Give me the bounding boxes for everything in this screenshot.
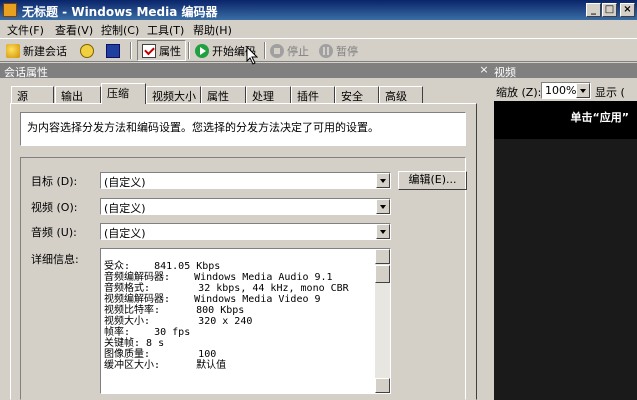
menu-view[interactable]: 查看(V) xyxy=(55,22,93,38)
new-session-button[interactable]: 新建会话 xyxy=(6,41,67,60)
chevron-down-icon[interactable] xyxy=(576,83,590,98)
title-bar: 无标题 - Windows Media 编码器 _ □ × xyxy=(0,0,637,20)
details-line: 音频格式: 32 kbps, 44 kHz, mono CBR xyxy=(104,283,349,294)
audio-select[interactable]: (自定义) xyxy=(100,223,391,240)
zoom-select[interactable]: 100% xyxy=(541,82,591,99)
chevron-down-icon[interactable] xyxy=(376,199,390,214)
new-session-icon xyxy=(6,43,20,58)
stop-icon xyxy=(270,43,284,58)
target-value: (自定义) xyxy=(104,176,146,189)
zoom-label: 缩放 (Z): xyxy=(496,86,542,99)
chevron-down-icon[interactable] xyxy=(376,173,390,188)
video-panel-close-icon[interactable]: × xyxy=(478,64,490,76)
maximize-button[interactable]: □ xyxy=(602,3,617,17)
pause-icon xyxy=(319,43,333,58)
video-canvas xyxy=(494,139,637,400)
mouse-cursor-icon xyxy=(246,46,258,65)
audio-label: 音频 (U): xyxy=(31,226,77,239)
minimize-button[interactable]: _ xyxy=(586,3,601,17)
tab-processing[interactable]: 处理 xyxy=(246,86,291,103)
window-title: 无标题 - Windows Media 编码器 xyxy=(22,5,218,19)
description-text: 为内容选择分发方法和编码设置。您选择的分发方法决定了可用的设置。 xyxy=(27,121,379,134)
audio-value: (自定义) xyxy=(104,227,146,240)
chevron-down-icon[interactable] xyxy=(376,224,390,239)
description-box: 为内容选择分发方法和编码设置。您选择的分发方法决定了可用的设置。 xyxy=(20,112,466,146)
stop-label: 停止 xyxy=(287,44,309,58)
scroll-down-icon[interactable] xyxy=(375,378,390,393)
apply-hint-text: 单击“应用” xyxy=(570,111,629,124)
video-preview[interactable]: 单击“应用” xyxy=(494,101,637,400)
video-label: 视频 (O): xyxy=(31,201,78,214)
edit-button[interactable]: 编辑(E)... xyxy=(398,171,467,190)
video-panel-header: 视频 xyxy=(490,63,637,79)
menu-help[interactable]: 帮助(H) xyxy=(193,22,232,38)
new-session-label: 新建会话 xyxy=(23,44,67,58)
tab-video-size[interactable]: 视频大小 xyxy=(146,86,201,103)
tab-attributes[interactable]: 属性 xyxy=(201,86,246,103)
open-session-button[interactable] xyxy=(80,41,94,60)
play-icon xyxy=(195,43,209,58)
video-value: (自定义) xyxy=(104,202,146,215)
tab-plugins[interactable]: 插件 xyxy=(291,86,335,103)
target-label: 目标 (D): xyxy=(31,175,78,188)
details-line: 视频编解码器: Windows Media Video 9 xyxy=(104,294,321,305)
video-panel: 视频 缩放 (Z): 100% 显示 ( 单击“应用” xyxy=(490,63,637,400)
details-line: 受众: 841.05 Kbps xyxy=(104,261,221,272)
pause-button[interactable]: 暂停 xyxy=(319,41,358,60)
menu-tools[interactable]: 工具(T) xyxy=(147,22,184,38)
session-panel-title: 会话属性 xyxy=(4,66,48,79)
properties-icon xyxy=(142,43,156,58)
details-line: 关键帧: 8 s xyxy=(104,338,165,349)
video-select[interactable]: (自定义) xyxy=(100,198,391,215)
zoom-value: 100% xyxy=(545,84,577,97)
pause-label: 暂停 xyxy=(336,44,358,58)
details-line: 缓冲区大小: 默认值 xyxy=(104,360,227,371)
properties-label: 属性 xyxy=(159,44,181,58)
scroll-thumb[interactable] xyxy=(375,265,390,283)
details-line: 帧率: 30 fps xyxy=(104,327,191,338)
menu-control[interactable]: 控制(C) xyxy=(101,22,139,38)
app-icon xyxy=(3,3,17,17)
open-wizard-icon xyxy=(80,43,94,58)
toolbar-separator xyxy=(130,42,132,59)
tab-security[interactable]: 安全 xyxy=(335,86,379,103)
tab-compression[interactable]: 压缩 xyxy=(101,83,146,104)
tab-output[interactable]: 输出 xyxy=(55,86,101,103)
scroll-up-icon[interactable] xyxy=(375,249,390,264)
save-button[interactable] xyxy=(106,41,120,60)
toolbar: 新建会话 属性 开始编码 停止 暂停 xyxy=(0,38,637,62)
toolbar-separator xyxy=(264,42,266,59)
details-label: 详细信息: xyxy=(31,253,79,266)
panel-splitter[interactable]: × xyxy=(478,63,490,78)
display-label: 显示 ( xyxy=(595,86,625,99)
close-button[interactable]: × xyxy=(620,3,635,17)
details-text-box[interactable]: 受众: 841.05 Kbps 音频编解码器: Windows Media Au… xyxy=(100,248,391,394)
details-line: 视频比特率: 800 Kbps xyxy=(104,305,245,316)
tab-advanced[interactable]: 高级 xyxy=(379,86,423,103)
details-line: 图像质量: 100 xyxy=(104,349,217,360)
toolbar-separator xyxy=(188,42,190,59)
details-line: 音频编解码器: Windows Media Audio 9.1 xyxy=(104,272,333,283)
video-panel-title: 视频 xyxy=(494,66,516,79)
session-panel-header: 会话属性 × xyxy=(0,63,489,79)
tab-source[interactable]: 源 xyxy=(11,86,54,103)
menu-file[interactable]: 文件(F) xyxy=(7,22,44,38)
save-icon xyxy=(106,43,120,58)
details-line: 视频大小: 320 x 240 xyxy=(104,316,253,327)
menu-bar: 文件(F) 查看(V) 控制(C) 工具(T) 帮助(H) xyxy=(0,20,637,38)
properties-button[interactable]: 属性 xyxy=(137,40,186,61)
details-scrollbar[interactable] xyxy=(375,249,390,393)
stop-button[interactable]: 停止 xyxy=(270,41,309,60)
target-select[interactable]: (自定义) xyxy=(100,172,391,189)
